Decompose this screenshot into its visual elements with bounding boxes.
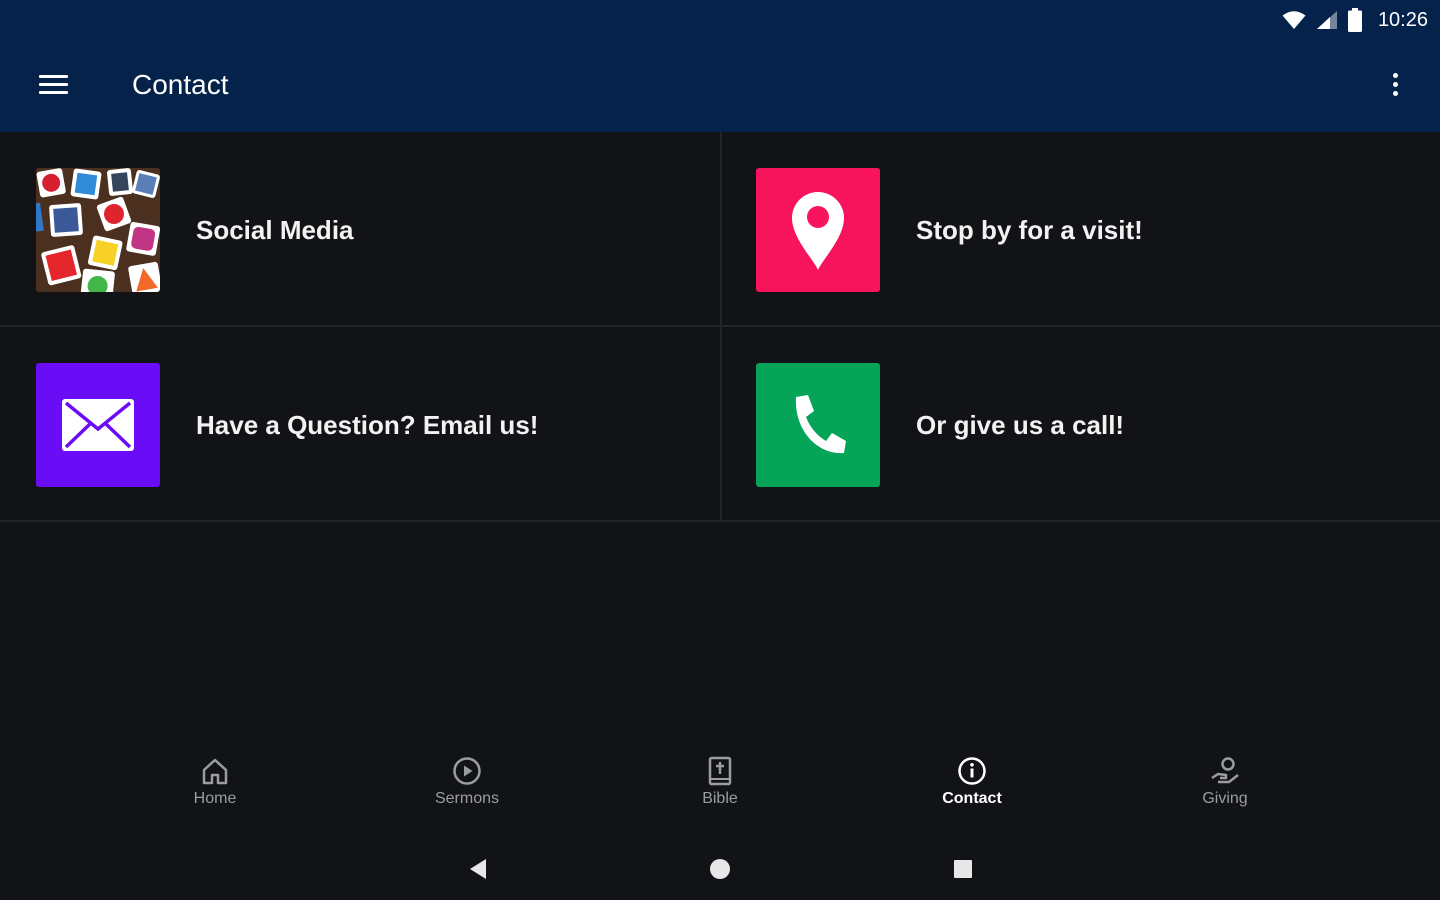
app-bar: Contact [0,40,1440,132]
status-time: 10:26 [1377,8,1428,31]
contact-screen: 10:26 Contact Social Media Stop by for a… [0,0,1440,900]
system-nav-bar [0,836,1440,900]
page-title: Contact [132,69,229,100]
bible-icon [708,756,732,786]
play-circle-icon [453,757,481,785]
nav-label: Sermons [434,790,500,807]
nav-label: Contact [942,790,1002,807]
signal-icon [1316,11,1337,29]
tile-label: Or give us a call! [916,410,1125,440]
nav-label: Bible [702,790,738,807]
back-icon[interactable] [463,854,493,884]
tile-call[interactable]: Or give us a call! [720,327,1440,521]
home-icon [202,758,228,785]
battery-icon [1347,8,1362,32]
nav-item-contact[interactable]: Contact [902,756,1042,826]
nav-item-bible[interactable]: Bible [650,756,790,826]
more-vert-icon[interactable] [1380,68,1410,102]
info-icon [958,757,986,785]
tile-email[interactable]: Have a Question? Email us! [0,327,720,521]
status-bar: 10:26 [0,0,1440,40]
wifi-icon [1282,11,1306,29]
nav-label: Giving [1202,790,1248,807]
tile-visit[interactable]: Stop by for a visit! [720,132,1440,326]
phone-icon [756,363,880,487]
location-pin-icon [756,168,880,292]
tile-social-media[interactable]: Social Media [0,132,720,326]
giving-hand-icon [1211,757,1239,784]
grid-divider-vertical [720,132,722,522]
nav-item-home[interactable]: Home [145,756,285,826]
menu-icon[interactable] [38,71,70,99]
nav-item-giving[interactable]: Giving [1155,756,1295,826]
nav-label: Home [193,790,237,807]
nav-item-sermons[interactable]: Sermons [397,756,537,826]
social-media-collage [36,168,160,292]
tile-label: Stop by for a visit! [916,215,1143,245]
bottom-nav: Home Sermons Bible Contact Giving [0,740,1440,840]
recents-icon[interactable] [948,854,978,884]
tile-label: Have a Question? Email us! [196,410,539,440]
home-circle-icon[interactable] [705,854,735,884]
tile-label: Social Media [196,215,354,245]
envelope-icon [36,363,160,487]
social-media-collage-image [36,168,160,292]
